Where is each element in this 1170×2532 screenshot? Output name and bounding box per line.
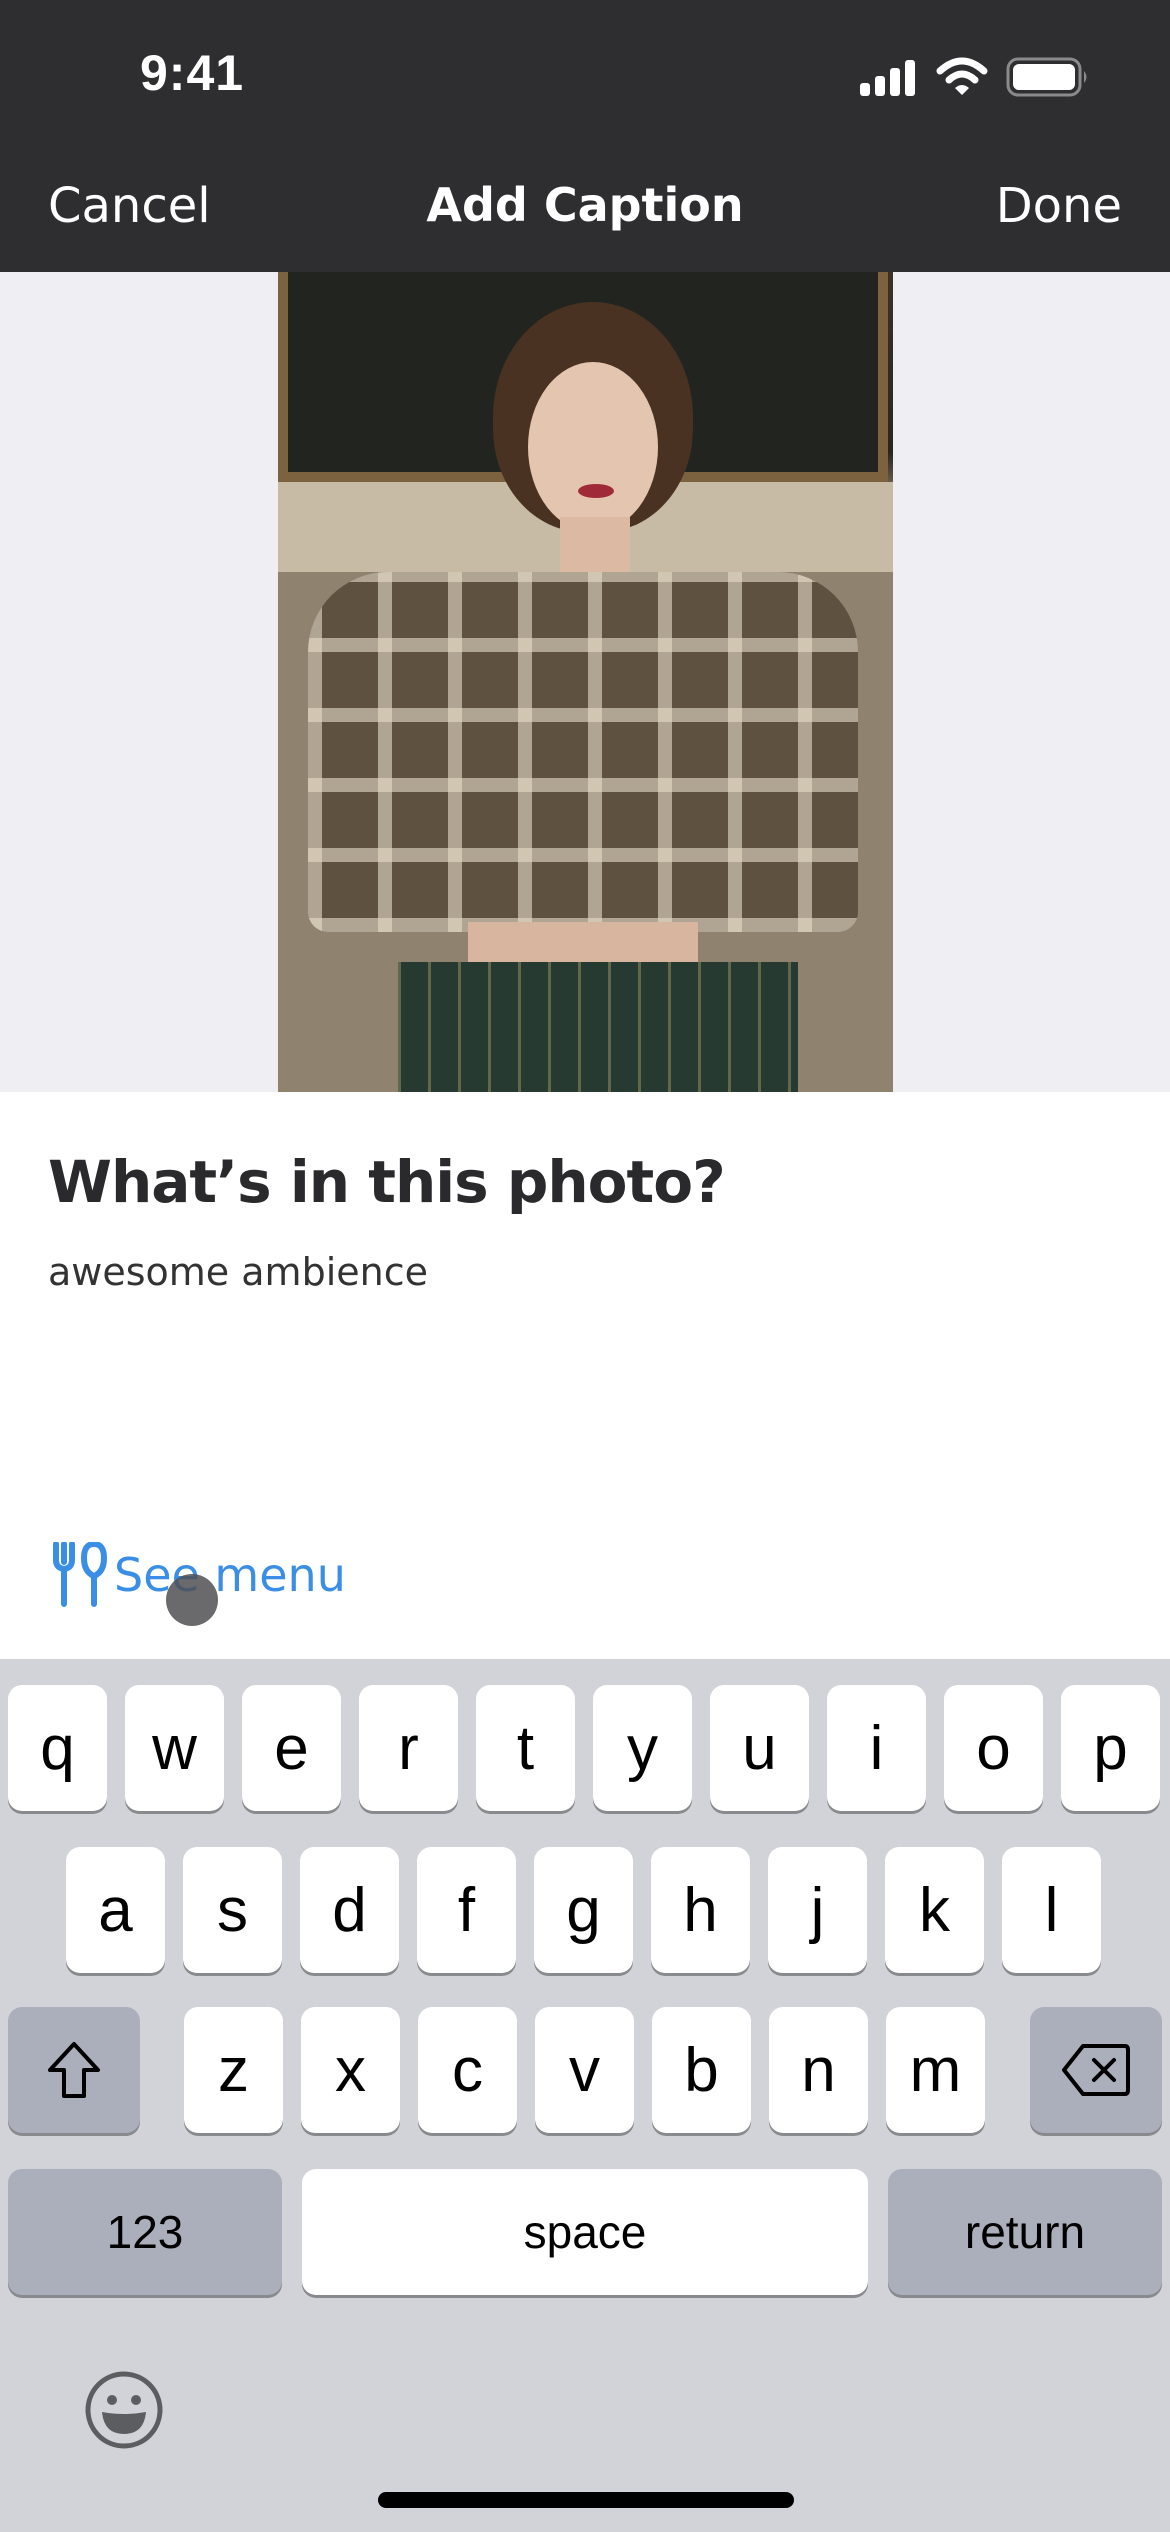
key-e[interactable]: e bbox=[242, 1685, 341, 1811]
key-a[interactable]: a bbox=[66, 1847, 165, 1973]
numbers-key[interactable]: 123 bbox=[8, 2169, 282, 2295]
key-i[interactable]: i bbox=[827, 1685, 926, 1811]
keyboard-row-3: z x c v b n m bbox=[0, 2007, 1170, 2133]
key-j[interactable]: j bbox=[768, 1847, 867, 1973]
key-u[interactable]: u bbox=[710, 1685, 809, 1811]
key-z[interactable]: z bbox=[184, 2007, 283, 2133]
wifi-icon bbox=[936, 57, 988, 95]
fork-knife-icon bbox=[53, 1542, 108, 1607]
key-s[interactable]: s bbox=[183, 1847, 282, 1973]
keyboard-row-1: q w e r t y u i o p bbox=[0, 1685, 1170, 1811]
nav-header: 9:41 Cancel Add Caption Done bbox=[0, 0, 1170, 272]
key-o[interactable]: o bbox=[944, 1685, 1043, 1811]
status-icons bbox=[858, 56, 1090, 98]
battery-icon bbox=[1006, 57, 1087, 97]
key-c[interactable]: c bbox=[418, 2007, 517, 2133]
photo-shirt bbox=[308, 572, 858, 932]
keyboard-row-4: 123 space return bbox=[0, 2169, 1170, 2295]
done-button[interactable]: Done bbox=[996, 178, 1122, 234]
caption-question: What’s in this photo? bbox=[48, 1148, 726, 1216]
photo-face bbox=[528, 362, 658, 532]
key-k[interactable]: k bbox=[885, 1847, 984, 1973]
key-h[interactable]: h bbox=[651, 1847, 750, 1973]
photo-container bbox=[0, 272, 1170, 1092]
home-indicator bbox=[378, 2492, 794, 2508]
caption-section: What’s in this photo? See menu bbox=[0, 1092, 1170, 1659]
photo-lips bbox=[578, 484, 614, 498]
keyboard-row-2: a s d f g h j k l bbox=[0, 1847, 1170, 1973]
see-menu-label: See menu bbox=[114, 1548, 346, 1602]
key-b[interactable]: b bbox=[652, 2007, 751, 2133]
photo-preview bbox=[278, 272, 893, 1092]
emoji-icon bbox=[85, 2371, 163, 2449]
key-p[interactable]: p bbox=[1061, 1685, 1160, 1811]
key-y[interactable]: y bbox=[593, 1685, 692, 1811]
cellular-signal-icon bbox=[860, 60, 915, 96]
key-d[interactable]: d bbox=[300, 1847, 399, 1973]
key-t[interactable]: t bbox=[476, 1685, 575, 1811]
keyboard: q w e r t y u i o p a s d f g h j k l z … bbox=[0, 1659, 1170, 2532]
key-n[interactable]: n bbox=[769, 2007, 868, 2133]
caption-input[interactable] bbox=[48, 1250, 1122, 1510]
cancel-button[interactable]: Cancel bbox=[48, 178, 211, 234]
see-menu-link[interactable]: See menu bbox=[52, 1542, 346, 1608]
key-l[interactable]: l bbox=[1002, 1847, 1101, 1973]
key-q[interactable]: q bbox=[8, 1685, 107, 1811]
delete-key[interactable] bbox=[1030, 2007, 1162, 2133]
emoji-button[interactable] bbox=[84, 2370, 164, 2450]
key-g[interactable]: g bbox=[534, 1847, 633, 1973]
status-time: 9:41 bbox=[140, 45, 245, 101]
delete-icon bbox=[1062, 2044, 1130, 2096]
key-w[interactable]: w bbox=[125, 1685, 224, 1811]
photo-midriff bbox=[468, 922, 698, 962]
shift-key[interactable] bbox=[8, 2007, 140, 2133]
space-key[interactable]: space bbox=[302, 2169, 868, 2295]
key-m[interactable]: m bbox=[886, 2007, 985, 2133]
return-key[interactable]: return bbox=[888, 2169, 1162, 2295]
shift-icon bbox=[48, 2042, 100, 2098]
photo-skirt bbox=[398, 962, 798, 1092]
key-f[interactable]: f bbox=[417, 1847, 516, 1973]
key-x[interactable]: x bbox=[301, 2007, 400, 2133]
key-r[interactable]: r bbox=[359, 1685, 458, 1811]
key-v[interactable]: v bbox=[535, 2007, 634, 2133]
